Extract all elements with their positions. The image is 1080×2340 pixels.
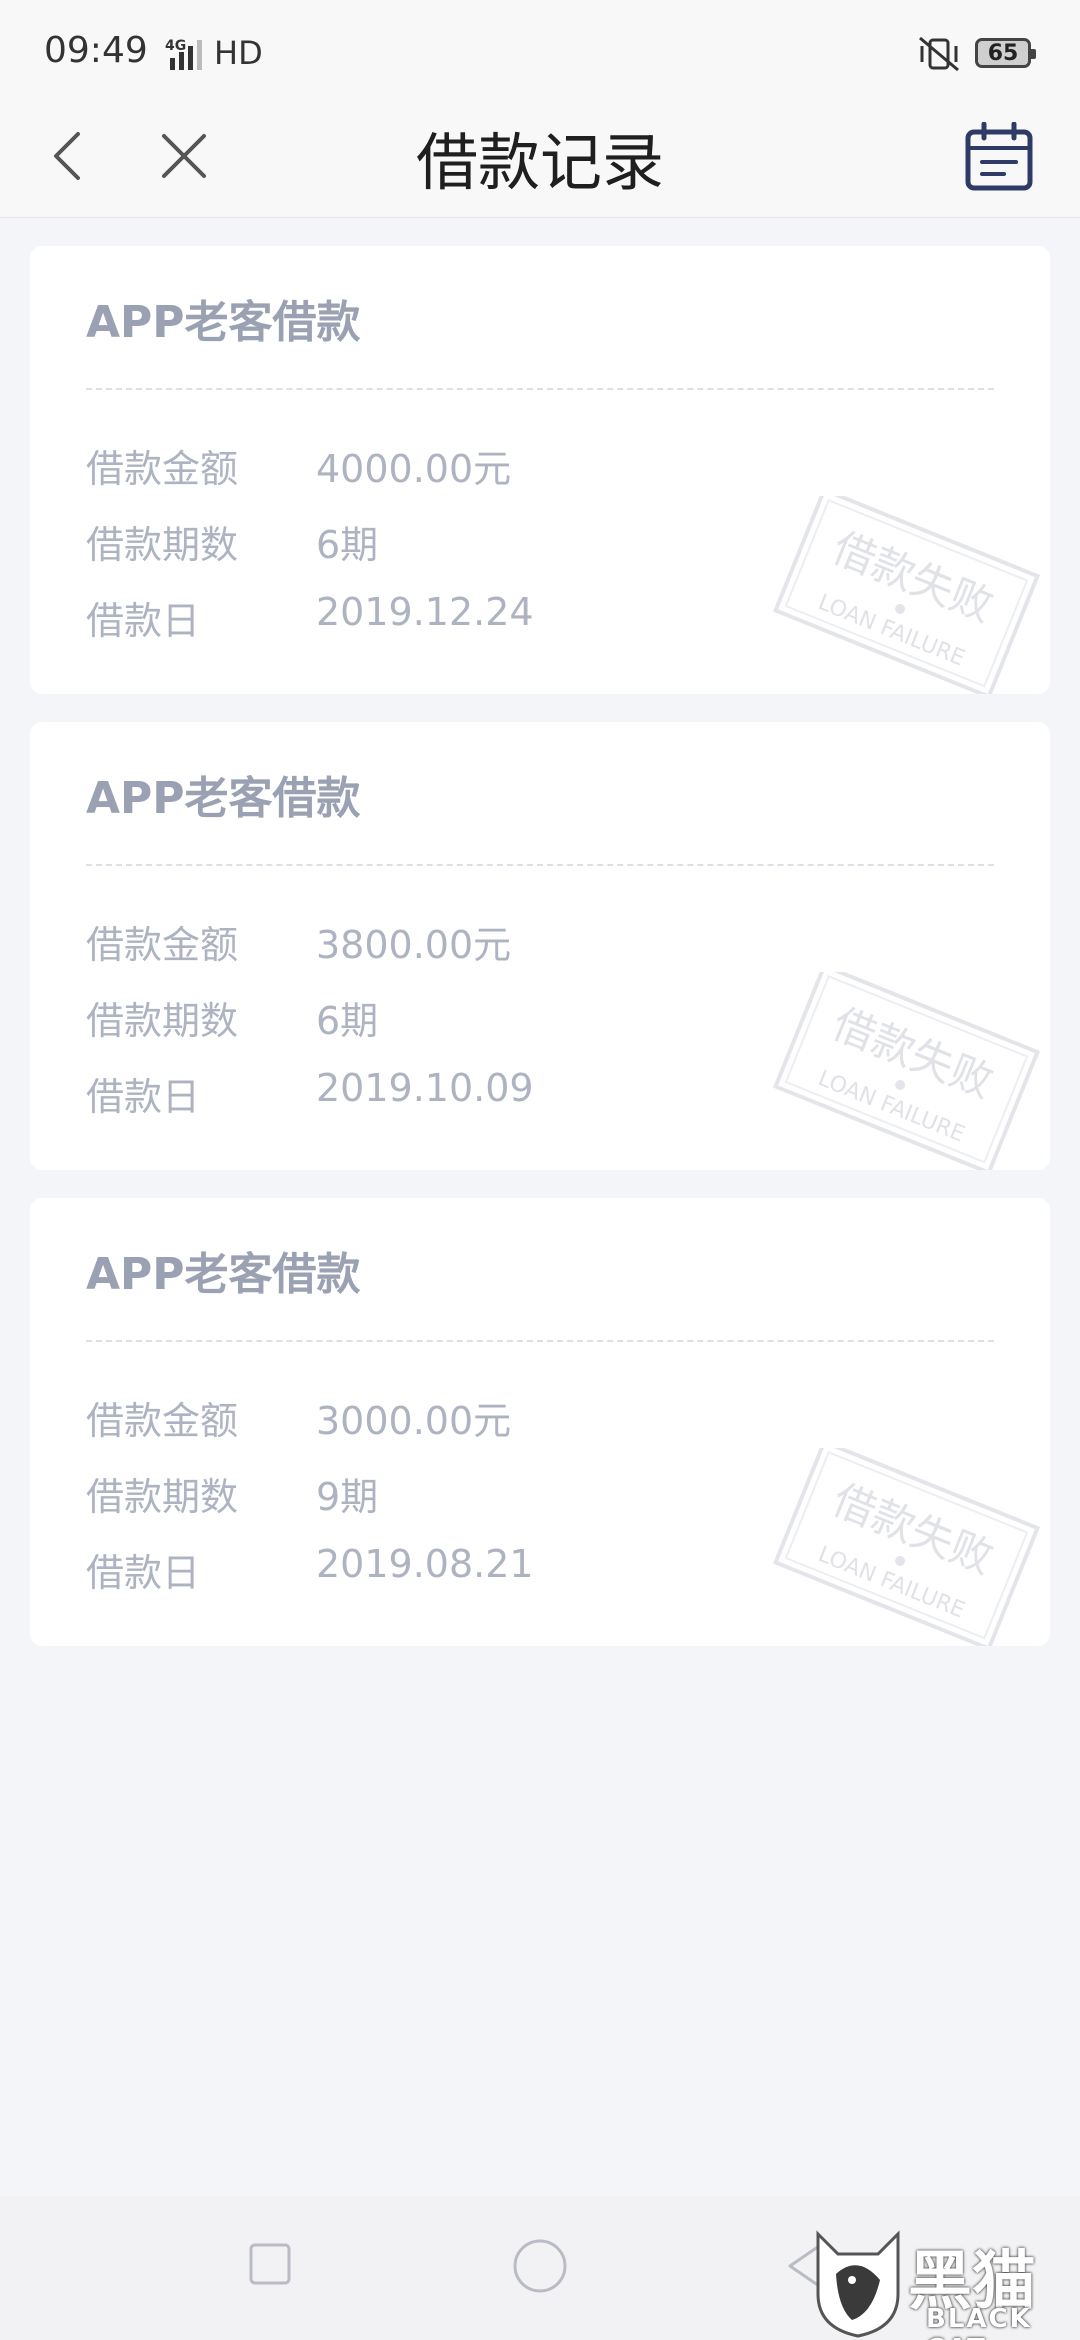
- calendar-icon[interactable]: [964, 122, 1034, 192]
- loan-record-card[interactable]: APP老客借款 借款金额 4000.00元 借款期数 6期 借款日 2019.1…: [30, 246, 1050, 694]
- status-time: 09:49: [44, 30, 148, 71]
- amount-row: 借款金额 3000.00元: [86, 1390, 786, 1450]
- watermark-en-text: BLACK CAT: [926, 2304, 1032, 2340]
- amount-label: 借款金额: [86, 1399, 239, 1443]
- periods-row: 借款期数 6期: [86, 514, 786, 574]
- loan-record-title: APP老客借款: [86, 1249, 361, 1300]
- date-row: 借款日 2019.08.21: [86, 1542, 786, 1602]
- amount-label: 借款金额: [86, 447, 239, 491]
- vibrate-mute-icon: [919, 36, 959, 72]
- loan-record-card[interactable]: APP老客借款 借款金额 3000.00元 借款期数 9期 借款日 2019.0…: [30, 1198, 1050, 1646]
- periods-value: 6期: [316, 999, 379, 1043]
- loan-record-card[interactable]: APP老客借款 借款金额 3800.00元 借款期数 6期 借款日 2019.1…: [30, 722, 1050, 1170]
- watermark: 黑猫 BLACK CAT: [808, 2224, 1080, 2340]
- app-root: 09:49 4G HD 65 借款记录 APP老客借款 借款金额 4000.00…: [0, 0, 1080, 2340]
- amount-row: 借款金额 3800.00元: [86, 914, 786, 974]
- amount-label: 借款金额: [86, 923, 239, 967]
- amount-row: 借款金额 4000.00元: [86, 438, 786, 498]
- date-row: 借款日 2019.12.24: [86, 590, 786, 650]
- amount-value: 3800.00元: [316, 923, 512, 967]
- signal-icon: [170, 40, 202, 70]
- loan-record-title: APP老客借款: [86, 297, 361, 348]
- periods-label: 借款期数: [86, 523, 239, 567]
- amount-value: 4000.00元: [316, 447, 512, 491]
- battery-level: 65: [987, 40, 1019, 66]
- loan-failure-stamp: 借款失败 LOAN FAILURE: [772, 972, 1041, 1170]
- date-value: 2019.12.24: [316, 590, 534, 634]
- amount-value: 3000.00元: [316, 1399, 512, 1443]
- periods-label: 借款期数: [86, 999, 239, 1043]
- date-value: 2019.08.21: [316, 1542, 534, 1586]
- date-label: 借款日: [86, 1075, 201, 1119]
- date-row: 借款日 2019.10.09: [86, 1066, 786, 1126]
- card-divider: [86, 864, 994, 866]
- recent-apps-icon[interactable]: [248, 2242, 292, 2286]
- date-label: 借款日: [86, 1551, 201, 1595]
- loan-record-title: APP老客借款: [86, 773, 361, 824]
- page-title: 借款记录: [415, 126, 664, 199]
- loan-failure-stamp: 借款失败 LOAN FAILURE: [772, 496, 1041, 694]
- loan-failure-stamp: 借款失败 LOAN FAILURE: [772, 1448, 1041, 1646]
- hd-indicator: HD: [214, 34, 263, 72]
- battery-indicator: 65: [975, 38, 1036, 68]
- periods-row: 借款期数 6期: [86, 990, 786, 1050]
- periods-row: 借款期数 9期: [86, 1466, 786, 1526]
- status-bar: 09:49 4G HD 65: [0, 0, 1080, 104]
- card-divider: [86, 388, 994, 390]
- home-icon[interactable]: [512, 2238, 568, 2294]
- date-label: 借款日: [86, 599, 201, 643]
- card-divider: [86, 1340, 994, 1342]
- header: 借款记录: [0, 104, 1080, 218]
- periods-value: 9期: [316, 1475, 379, 1519]
- date-value: 2019.10.09: [316, 1066, 534, 1110]
- black-cat-logo-icon: [816, 2230, 900, 2338]
- periods-value: 6期: [316, 523, 379, 567]
- periods-label: 借款期数: [86, 1475, 239, 1519]
